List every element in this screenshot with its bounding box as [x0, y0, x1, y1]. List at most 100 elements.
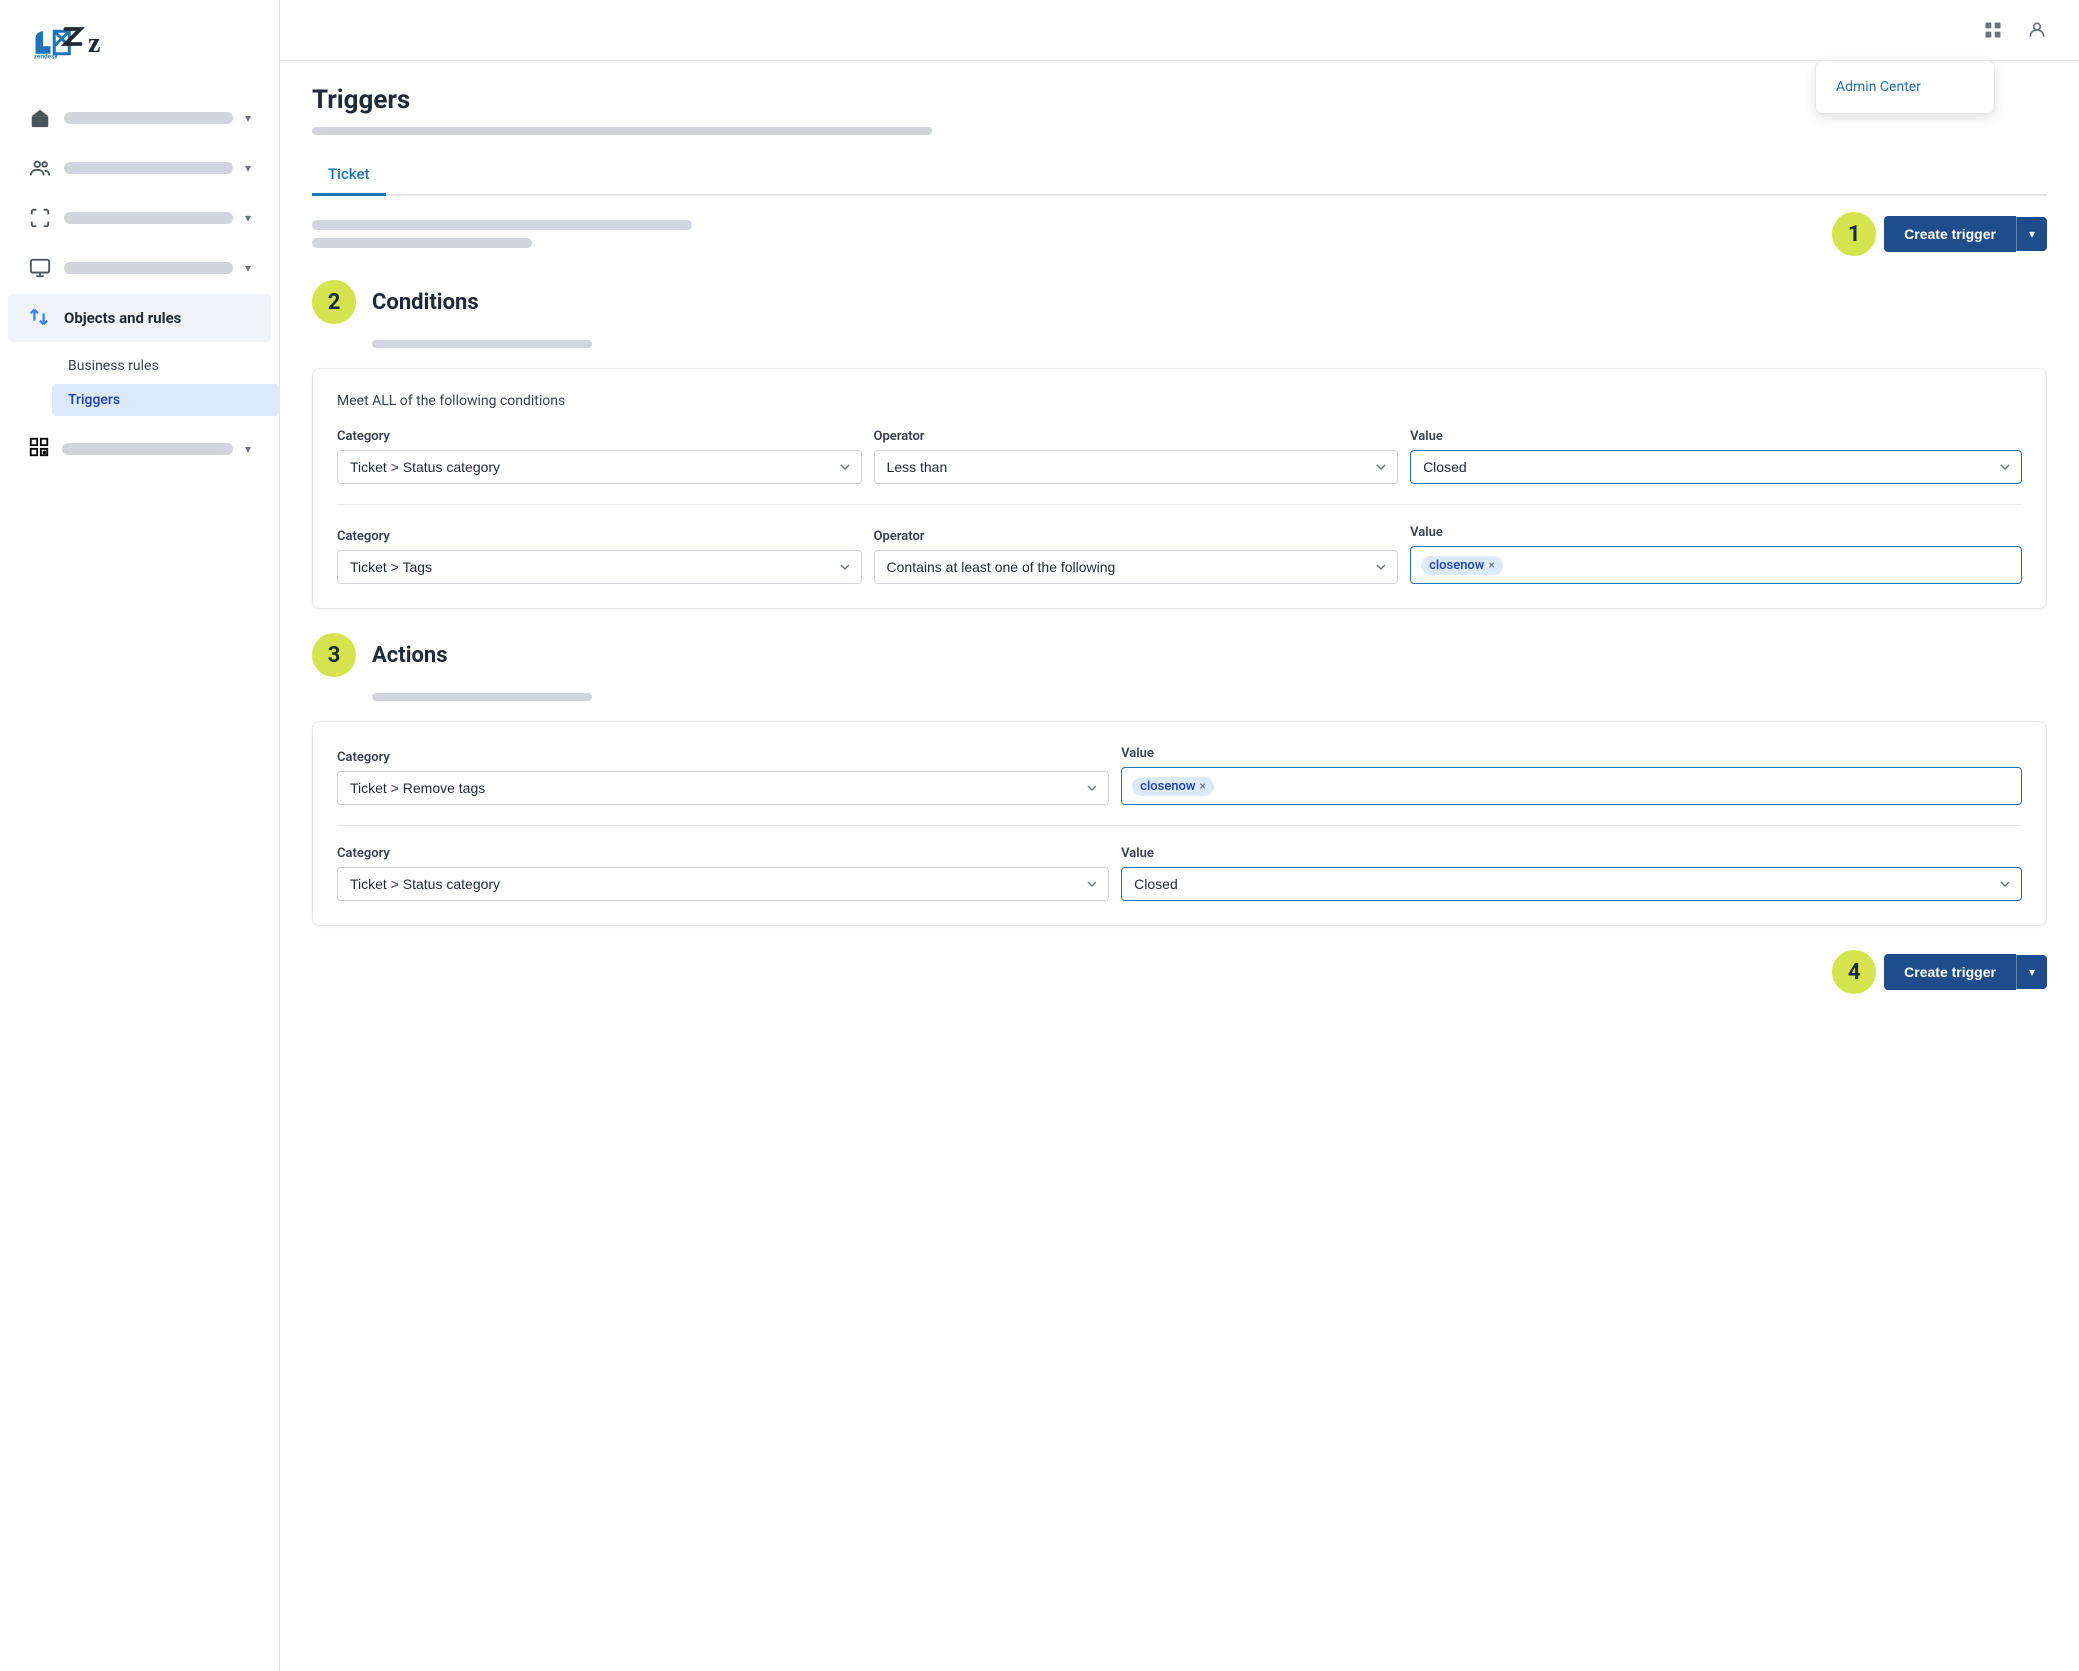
admin-center-dropdown: Admin Center: [1815, 60, 1995, 114]
sub-menu: Business rules Triggers: [0, 344, 279, 422]
create-trigger-bottom-button[interactable]: Create trigger: [1884, 954, 2016, 990]
sidebar-item-people[interactable]: ▾: [8, 144, 271, 192]
title-underline: [312, 127, 932, 135]
condition1-operator-select[interactable]: Less than: [874, 450, 1399, 484]
condition1-category-select[interactable]: Ticket > Status category: [337, 450, 862, 484]
action-row-1: Category Ticket > Remove tags Value clos…: [337, 746, 2022, 805]
sidebar-item-home[interactable]: ▾: [8, 94, 271, 142]
condition1-category-group: Category Ticket > Status category: [337, 429, 862, 484]
condition1-operator-group: Operator Less than: [874, 429, 1399, 484]
nav-label-placeholder: [64, 212, 233, 224]
objects-rules-icon: [28, 306, 52, 330]
actions-section-header: 3 Actions: [312, 633, 2047, 677]
action1-value-label: Value: [1121, 746, 2022, 761]
action1-tag-input[interactable]: closenow ×: [1121, 767, 2022, 805]
actions-title: Actions: [372, 643, 448, 668]
condition2-value-label: Value: [1410, 525, 2022, 540]
channels-icon: [28, 206, 52, 230]
sidebar-sub-business-rules[interactable]: Business rules: [52, 350, 279, 382]
condition1-category-label: Category: [337, 429, 862, 444]
tab-ticket[interactable]: Ticket: [312, 155, 386, 196]
sidebar-item-channels[interactable]: ▾: [8, 194, 271, 242]
condition-row-1: Category Ticket > Status category Operat…: [337, 429, 2022, 484]
chevron-down-icon: ▾: [245, 161, 251, 175]
logo-text: z: [88, 28, 99, 60]
condition2-tag-text: closenow: [1429, 558, 1484, 573]
sidebar-item-objects-rules[interactable]: Objects and rules: [8, 294, 271, 342]
action1-category-group: Category Ticket > Remove tags: [337, 750, 1109, 805]
apps-icon: [28, 436, 50, 462]
top-header: Admin Center: [280, 0, 2079, 61]
create-trigger-main-button[interactable]: Create trigger: [1884, 216, 2016, 252]
toolbar-placeholder-bar1: [312, 220, 692, 230]
sidebar-item-apps[interactable]: ▾: [8, 424, 271, 474]
conditions-card: Meet ALL of the following conditions Cat…: [312, 368, 2047, 609]
action1-tag-remove[interactable]: ×: [1200, 780, 1206, 792]
condition1-operator-label: Operator: [874, 429, 1399, 444]
condition2-category-select[interactable]: Ticket > Tags: [337, 550, 862, 584]
condition-row-2: Category Ticket > Tags Operator Contains…: [337, 525, 2022, 584]
toolbar-placeholder-bar2: [312, 238, 532, 248]
sidebar: zendesk z ▾ ▾ ▾: [0, 0, 280, 1671]
step-1-badge: 1: [1832, 212, 1876, 256]
page-body: Triggers Ticket 1 Create trigger ▾ 2 Con…: [280, 61, 2079, 1042]
conditions-section-bar: [372, 340, 592, 348]
action1-value-group: Value closenow ×: [1121, 746, 2022, 805]
user-profile-button[interactable]: [2019, 12, 2055, 48]
condition2-operator-group: Operator Contains at least one of the fo…: [874, 529, 1399, 584]
svg-text:zendesk: zendesk: [34, 54, 58, 60]
building-icon: [28, 106, 52, 130]
condition2-category-label: Category: [337, 529, 862, 544]
admin-center-link[interactable]: Admin Center: [1816, 69, 1994, 105]
nav-label-placeholder: [64, 112, 233, 124]
condition-row-divider: [337, 504, 2022, 505]
create-trigger-bottom-chevron[interactable]: ▾: [2016, 955, 2047, 989]
action-row-divider: [337, 825, 2022, 826]
condition2-category-group: Category Ticket > Tags: [337, 529, 862, 584]
sidebar-sub-triggers[interactable]: Triggers: [52, 384, 279, 416]
action1-category-select[interactable]: Ticket > Remove tags: [337, 771, 1109, 805]
header-right: Admin Center: [1975, 12, 2055, 48]
chevron-down-icon: ▾: [245, 111, 251, 125]
action1-tag-chip: closenow ×: [1132, 777, 1214, 796]
tabs-row: Ticket: [312, 155, 2047, 196]
create-trigger-bottom-group: Create trigger ▾: [1884, 954, 2047, 990]
actions-card: Category Ticket > Remove tags Value clos…: [312, 721, 2047, 926]
action-row-2: Category Ticket > Status category Value …: [337, 846, 2022, 901]
chevron-down-icon: ▾: [245, 261, 251, 275]
condition2-tag-chip: closenow ×: [1421, 556, 1503, 575]
condition2-operator-select[interactable]: Contains at least one of the following: [874, 550, 1399, 584]
condition2-tag-input[interactable]: closenow ×: [1410, 546, 2022, 584]
action2-category-label: Category: [337, 846, 1109, 861]
condition2-value-group: Value closenow ×: [1410, 525, 2022, 584]
nav-label-placeholder: [64, 262, 233, 274]
sidebar-nav: ▾ ▾ ▾ ▾: [0, 84, 279, 1671]
nav-label-placeholder: [64, 162, 233, 174]
action2-category-select[interactable]: Ticket > Status category: [337, 867, 1109, 901]
create-trigger-chevron-button[interactable]: ▾: [2016, 217, 2047, 251]
action1-category-label: Category: [337, 750, 1109, 765]
sidebar-item-workspace[interactable]: ▾: [8, 244, 271, 292]
conditions-title: Conditions: [372, 290, 479, 315]
step-4-badge: 4: [1832, 950, 1876, 994]
workspace-icon: [28, 256, 52, 280]
nav-label-placeholder: [62, 443, 233, 455]
condition1-value-select[interactable]: Closed: [1410, 450, 2022, 484]
condition1-value-group: Value Closed: [1410, 429, 2022, 484]
action2-value-select[interactable]: Closed: [1121, 867, 2022, 901]
zendesk-logo: zendesk: [28, 24, 88, 64]
main-content: Admin Center Triggers Ticket 1 Create tr…: [280, 0, 2079, 1671]
grid-icon-button[interactable]: [1975, 12, 2011, 48]
step-2-badge: 2: [312, 280, 356, 324]
action2-category-group: Category Ticket > Status category: [337, 846, 1109, 901]
logo-area: zendesk z: [0, 0, 279, 84]
step-3-badge: 3: [312, 633, 356, 677]
action1-tag-text: closenow: [1140, 779, 1195, 794]
condition2-tag-remove[interactable]: ×: [1488, 559, 1494, 571]
condition2-operator-label: Operator: [874, 529, 1399, 544]
conditions-subtitle: Meet ALL of the following conditions: [337, 393, 2022, 409]
action2-value-label: Value: [1121, 846, 2022, 861]
chevron-down-icon: ▾: [245, 211, 251, 225]
condition1-value-label: Value: [1410, 429, 2022, 444]
people-icon: [28, 156, 52, 180]
